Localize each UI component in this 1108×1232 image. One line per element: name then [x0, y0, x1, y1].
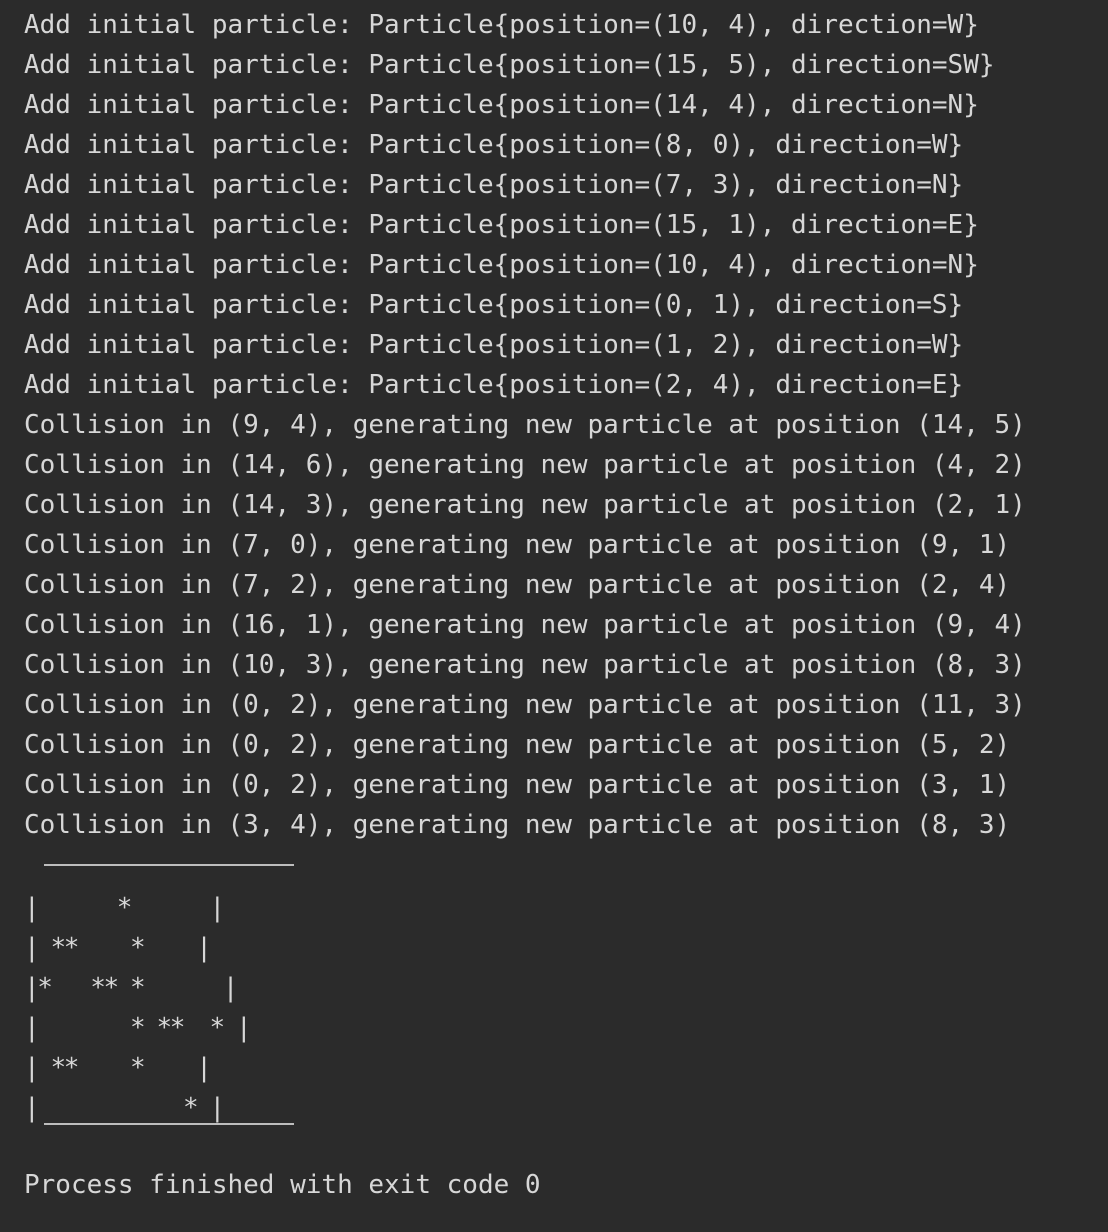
- grid-bottom-border: [44, 1123, 294, 1125]
- run-console-output: Add initial particle: Particle{position=…: [0, 0, 1108, 1232]
- particle-grid: | * | | ** * | |* ** * | | * ** * | | **…: [24, 840, 324, 1160]
- log-line: Collision in (3, 4), generating new part…: [24, 810, 1011, 840]
- grid-row: |* ** * |: [24, 973, 238, 1003]
- log-line: Collision in (16, 1), generating new par…: [24, 610, 1026, 640]
- log-line: Collision in (9, 4), generating new part…: [24, 410, 1026, 440]
- log-line: Add initial particle: Particle{position=…: [24, 370, 964, 400]
- log-line: Collision in (0, 2), generating new part…: [24, 730, 1011, 760]
- log-line: Collision in (0, 2), generating new part…: [24, 770, 1011, 800]
- grid-row: | * |: [24, 893, 225, 923]
- log-line: Add initial particle: Particle{position=…: [24, 130, 964, 160]
- log-line: Add initial particle: Particle{position=…: [24, 10, 979, 40]
- log-line: Add initial particle: Particle{position=…: [24, 170, 964, 200]
- log-line: Add initial particle: Particle{position=…: [24, 290, 964, 320]
- log-line: Collision in (7, 2), generating new part…: [24, 570, 1011, 600]
- grid-row: | * ** * |: [24, 1013, 252, 1043]
- log-line: Add initial particle: Particle{position=…: [24, 210, 979, 240]
- log-line: Collision in (14, 3), generating new par…: [24, 490, 1026, 520]
- grid-row: | * |: [24, 1093, 225, 1123]
- log-line: Collision in (14, 6), generating new par…: [24, 450, 1026, 480]
- log-line: Add initial particle: Particle{position=…: [24, 90, 979, 120]
- log-line: Add initial particle: Particle{position=…: [24, 50, 995, 80]
- log-line: Collision in (7, 0), generating new part…: [24, 530, 1011, 560]
- grid-top-border: [44, 864, 294, 866]
- log-line: Add initial particle: Particle{position=…: [24, 330, 964, 360]
- grid-row: | ** * |: [24, 933, 212, 963]
- log-line: Collision in (10, 3), generating new par…: [24, 650, 1026, 680]
- grid-row: | ** * |: [24, 1053, 212, 1083]
- log-line: Add initial particle: Particle{position=…: [24, 250, 979, 280]
- log-line: Collision in (0, 2), generating new part…: [24, 690, 1026, 720]
- exit-message: Process finished with exit code 0: [24, 1170, 541, 1200]
